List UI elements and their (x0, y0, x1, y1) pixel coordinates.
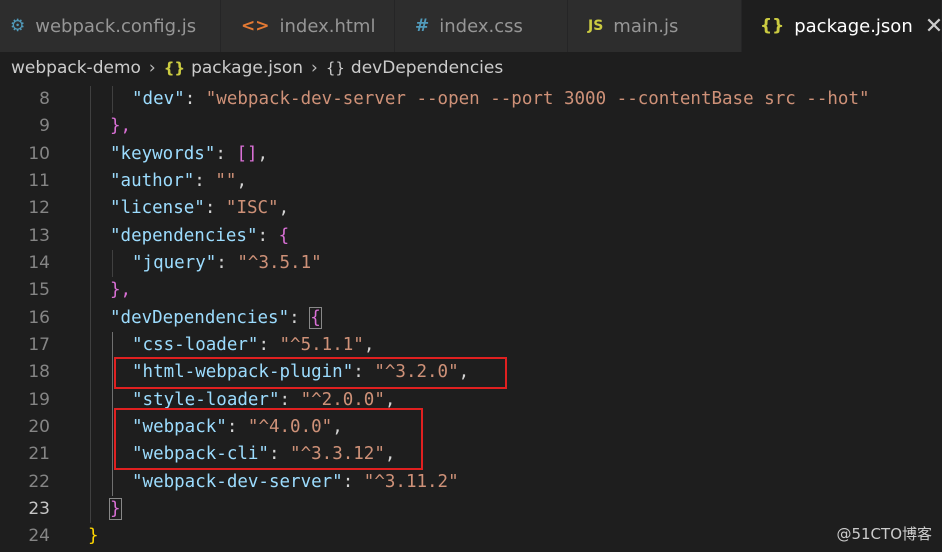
code-line: 11 "author": "", (0, 168, 942, 195)
object-symbol-icon: {} (325, 59, 345, 77)
code-line: 17 "css-loader": "^5.1.1", (0, 332, 942, 359)
comma: , (384, 390, 396, 410)
line-number: 21 (28, 444, 50, 464)
css-file-icon: # (415, 16, 430, 36)
code-line: 22 "webpack-dev-server": "^3.11.2" (0, 469, 942, 496)
watermark: @51CTO博客 (836, 525, 932, 543)
line-number: 22 (28, 472, 50, 492)
bracket: } (88, 526, 99, 546)
chevron-right-icon: › (311, 58, 318, 78)
comma: , (257, 144, 269, 164)
colon: : (342, 472, 364, 492)
line-number: 10 (28, 144, 50, 164)
code-line: 12 "license": "ISC", (0, 195, 942, 222)
line-number: 15 (28, 280, 50, 300)
colon: : (258, 335, 280, 355)
bracket: [] (236, 144, 258, 164)
json-string: "ISC" (225, 198, 279, 218)
code-line-current: 23 } (0, 496, 942, 523)
tab-main-js[interactable]: JS main.js (568, 0, 742, 52)
line-number: 17 (28, 335, 50, 355)
json-key: "devDependencies" (110, 308, 290, 328)
html-file-icon: <> (241, 16, 270, 36)
code-editor[interactable]: 8 "dev": "webpack-dev-server --open --po… (0, 86, 942, 552)
tab-package-json[interactable]: {} package.json ✕ (742, 0, 942, 52)
json-file-icon: {} (163, 59, 186, 77)
editor-tab-bar: ⚙ webpack.config.js <> index.html # inde… (0, 0, 942, 52)
chevron-right-icon: › (148, 58, 156, 78)
matched-bracket: { (309, 307, 322, 329)
line-number: 9 (39, 116, 50, 136)
breadcrumb-file[interactable]: package.json (191, 58, 303, 78)
highlight-box (114, 357, 507, 389)
line-number: 14 (28, 253, 50, 273)
colon: : (216, 253, 238, 273)
json-string: "^3.5.1" (237, 253, 322, 273)
tab-label: index.css (439, 15, 523, 37)
line-number: 24 (28, 526, 50, 546)
colon: : (257, 226, 279, 246)
json-key: "keywords" (110, 144, 216, 164)
line-number: 19 (28, 390, 50, 410)
json-file-icon: {} (760, 16, 785, 36)
colon: : (215, 144, 237, 164)
comma: , (278, 198, 290, 218)
tab-label: webpack.config.js (35, 15, 197, 37)
tab-label: package.json (794, 15, 913, 37)
bracket: }, (110, 116, 132, 136)
json-key: "css-loader" (132, 335, 259, 355)
code-line: 10 "keywords": [], (0, 141, 942, 168)
json-key: "author" (110, 171, 195, 191)
code-line: 13 "dependencies": { (0, 223, 942, 250)
bracket: { (278, 226, 290, 246)
line-number: 13 (28, 226, 50, 246)
code-line: 8 "dev": "webpack-dev-server --open --po… (0, 86, 942, 113)
colon: : (194, 171, 216, 191)
line-number: 12 (28, 198, 50, 218)
comma: , (363, 335, 375, 355)
tab-index-html[interactable]: <> index.html (221, 0, 395, 52)
json-key: "webpack-dev-server" (132, 472, 343, 492)
breadcrumb-folder[interactable]: webpack-demo (11, 58, 141, 78)
comma: , (236, 171, 247, 191)
json-string: "" (215, 171, 237, 191)
code-line: 16 "devDependencies": { (0, 305, 942, 332)
bracket: }, (110, 280, 132, 300)
breadcrumb-symbol[interactable]: devDependencies (351, 58, 503, 78)
json-key: "jquery" (132, 253, 217, 273)
json-key: "dev" (132, 89, 185, 109)
tab-index-css[interactable]: # index.css (395, 0, 568, 52)
matched-bracket: } (109, 498, 122, 520)
json-string: "^3.11.2" (363, 472, 459, 492)
highlight-box (114, 408, 423, 470)
gear-icon: ⚙ (10, 16, 26, 36)
json-key: "license" (110, 198, 205, 218)
colon: : (289, 308, 311, 328)
code-line: 14 "jquery": "^3.5.1" (0, 250, 942, 277)
line-number: 16 (28, 308, 50, 328)
colon: : (184, 89, 206, 109)
line-number: 18 (28, 362, 50, 382)
colon: : (279, 390, 301, 410)
breadcrumb: webpack-demo › {} package.json › {} devD… (0, 52, 942, 84)
json-key: "dependencies" (110, 226, 258, 246)
line-number: 8 (39, 89, 50, 109)
js-file-icon: JS (588, 18, 604, 34)
code-line: 24 } (0, 523, 942, 550)
json-string: "webpack-dev-server --open --port 3000 -… (205, 89, 870, 109)
line-number: 23 (28, 499, 50, 519)
tab-webpack-config[interactable]: ⚙ webpack.config.js (0, 0, 221, 52)
close-icon[interactable]: ✕ (925, 14, 941, 39)
code-line: 15 }, (0, 277, 942, 304)
colon: : (204, 198, 226, 218)
json-key: "style-loader" (132, 390, 280, 410)
tab-label: main.js (613, 15, 679, 37)
line-number: 11 (28, 171, 50, 191)
code-line: 9 }, (0, 113, 942, 140)
tab-label: index.html (279, 15, 376, 37)
line-number: 20 (28, 417, 50, 437)
json-string: "^5.1.1" (279, 335, 364, 355)
json-string: "^2.0.0" (300, 390, 385, 410)
